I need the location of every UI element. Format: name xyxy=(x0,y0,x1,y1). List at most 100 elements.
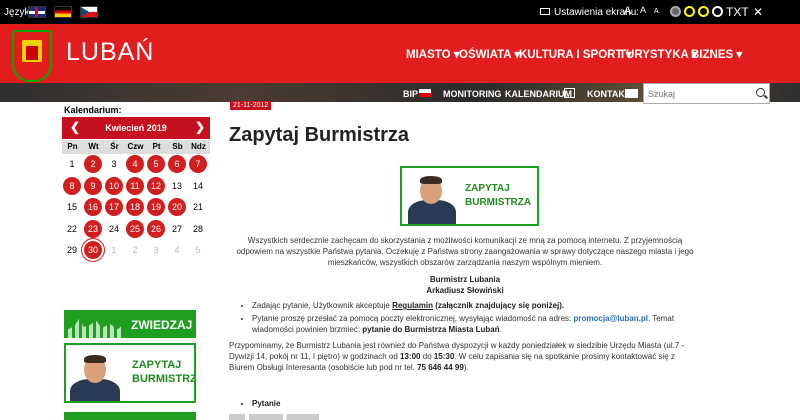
calendar-day[interactable]: 30 xyxy=(84,241,102,259)
weekday-label: Sb xyxy=(172,142,183,151)
signature-name: Arkadiusz Słowiński xyxy=(426,286,504,295)
kalendarium-link[interactable]: KALENDARIUM xyxy=(505,89,572,99)
search-input[interactable] xyxy=(644,84,754,103)
calendar-widget: ❮ Kwiecień 2019 ❯ Pn Wt Śr Czw Pt Sb Ndz 12345… xyxy=(62,117,210,273)
bip-flag-icon xyxy=(419,89,431,97)
nav-oswiata[interactable]: OŚWIATA ▾ xyxy=(459,47,520,61)
mayor-hair xyxy=(420,176,442,184)
zwiedzaj-banner[interactable]: ZWIEDZAJ xyxy=(64,310,196,338)
weekday-label: Śr xyxy=(110,142,119,151)
site-brand[interactable]: LUBAŃ xyxy=(66,38,154,67)
next-sidebar-banner[interactable] xyxy=(64,412,196,420)
calendar-day[interactable]: 26 xyxy=(147,219,165,238)
kontakt-link[interactable]: KONTAKT xyxy=(587,89,630,99)
article-banner-line2: BURMISTRZA xyxy=(465,197,532,208)
contrast-yellow-icon[interactable] xyxy=(698,6,709,17)
article-banner-line1: ZAPYTAJ xyxy=(465,183,510,194)
city-skyline-icon xyxy=(68,318,124,338)
list-item: Zadając pytanie, Użytkownik akceptuje Re… xyxy=(252,300,698,311)
calendar-day[interactable]: 8 xyxy=(63,176,81,195)
nav-miasto[interactable]: MIASTO ▾ xyxy=(406,47,459,61)
english-flag-icon[interactable] xyxy=(28,6,46,18)
calendar-label: Kalendarium: xyxy=(64,105,122,115)
cut-off-text xyxy=(229,414,319,420)
calendar-icon xyxy=(564,88,575,98)
calendar-day-other-month[interactable]: 2 xyxy=(126,241,144,259)
calendar-day[interactable]: 12 xyxy=(147,176,165,195)
signature-title: Burmistrz Lubania xyxy=(429,275,501,284)
calendar-day[interactable]: 18 xyxy=(126,198,144,216)
calendar-day[interactable]: 3 xyxy=(105,155,123,173)
bip-link[interactable]: BIP xyxy=(403,89,418,99)
nav-biznes[interactable]: BIZNES ▾ xyxy=(691,47,742,61)
contrast-yellow-black-icon[interactable] xyxy=(684,6,695,17)
email-link[interactable]: promocja@luban.pl xyxy=(573,314,647,323)
contrast-default-icon[interactable] xyxy=(670,6,681,17)
weekday-label: Wt xyxy=(88,142,99,151)
top-bar: Język: Ustawienia ekranu: A A A TXT ✕ xyxy=(0,0,800,24)
calendar-day[interactable]: 27 xyxy=(168,220,186,238)
mayor-hair xyxy=(84,355,106,363)
calendar-day[interactable]: 1 xyxy=(63,155,81,173)
font-size-medium-button[interactable]: A xyxy=(640,5,646,15)
nav-turystyka[interactable]: TURYSTYKA ▾ xyxy=(619,47,697,61)
text-mode-button[interactable]: TXT xyxy=(726,5,749,19)
calendar-header: ❮ Kwiecień 2019 ❯ xyxy=(62,117,210,139)
calendar-day[interactable]: 29 xyxy=(63,241,81,259)
calendar-day[interactable]: 14 xyxy=(189,177,207,195)
german-flag-icon[interactable] xyxy=(54,6,72,18)
calendar-day[interactable]: 22 xyxy=(63,220,81,238)
weekday-label: Pn xyxy=(67,142,78,151)
font-size-large-button[interactable]: A xyxy=(624,5,631,17)
ask-mayor-sidebar-banner[interactable]: ZAPYTAJ BURMISTRZA xyxy=(64,343,196,403)
font-size-small-button[interactable]: A xyxy=(654,8,659,15)
calendar-weekdays: Pn Wt Śr Czw Pt Sb Ndz xyxy=(62,140,210,154)
calendar-next-icon[interactable]: ❯ xyxy=(195,120,205,134)
calendar-day[interactable]: 20 xyxy=(168,198,186,216)
office-hours-paragraph: Przypominamy, że Burmistrz Lubania jest … xyxy=(229,341,685,372)
rules-list: Zadając pytanie, Użytkownik akceptuje Re… xyxy=(238,300,698,337)
calendar-day[interactable]: 6 xyxy=(168,155,186,173)
calendar-day[interactable]: 15 xyxy=(63,198,81,216)
ask-mayor-article-banner: ZAPYTAJ BURMISTRZA xyxy=(400,166,539,226)
nav-kultura-i-sport[interactable]: KULTURA I SPORT ▾ xyxy=(519,47,631,61)
list-item: Pytanie proszę przesłać za pomocą poczty… xyxy=(252,313,698,335)
close-icon[interactable]: ✕ xyxy=(753,5,763,19)
calendar-day[interactable]: 19 xyxy=(147,198,165,216)
calendar-day[interactable]: 16 xyxy=(84,198,102,216)
article-intro: Wszystkich serdecznie zachęcam do skorzy… xyxy=(236,236,694,267)
search-icon[interactable] xyxy=(756,88,765,97)
city-crest-logo[interactable] xyxy=(12,30,52,82)
calendar-day[interactable]: 28 xyxy=(189,220,207,238)
search-box xyxy=(643,83,770,104)
sidebar-banner-line2: BURMISTRZA xyxy=(132,373,194,385)
calendar-day[interactable]: 23 xyxy=(84,219,102,238)
weekday-label: Pt xyxy=(152,142,161,151)
page-title: Zapytaj Burmistrza xyxy=(229,124,410,146)
weekday-label: Ndz xyxy=(191,142,206,151)
monitor-icon xyxy=(540,8,550,15)
regulamin-link[interactable]: Regulamin xyxy=(392,301,433,310)
calendar-day[interactable]: 10 xyxy=(105,176,123,195)
calendar-day[interactable]: 11 xyxy=(126,176,144,195)
czech-flag-icon[interactable] xyxy=(80,6,98,18)
calendar-day[interactable]: 2 xyxy=(84,155,102,173)
calendar-day-other-month[interactable]: 4 xyxy=(168,241,186,259)
calendar-day[interactable]: 13 xyxy=(168,177,186,195)
calendar-day[interactable]: 25 xyxy=(126,219,144,238)
contrast-white-icon[interactable] xyxy=(712,6,723,17)
calendar-day[interactable]: 4 xyxy=(126,155,144,173)
calendar-day[interactable]: 21 xyxy=(189,198,207,216)
calendar-day-other-month[interactable]: 3 xyxy=(147,241,165,259)
calendar-day[interactable]: 24 xyxy=(105,220,123,238)
calendar-day[interactable]: 17 xyxy=(105,198,123,216)
calendar-day[interactable]: 7 xyxy=(189,155,207,173)
calendar-month-title: Kwiecień 2019 xyxy=(105,123,167,133)
mail-icon xyxy=(625,89,638,98)
monitoring-link[interactable]: MONITORING xyxy=(443,89,501,99)
calendar-day-other-month[interactable]: 5 xyxy=(189,241,207,259)
attachments-list: Pytanie xyxy=(238,399,280,408)
calendar-day[interactable]: 9 xyxy=(84,176,102,195)
calendar-day-other-month[interactable]: 1 xyxy=(105,241,123,259)
calendar-day[interactable]: 5 xyxy=(147,155,165,173)
